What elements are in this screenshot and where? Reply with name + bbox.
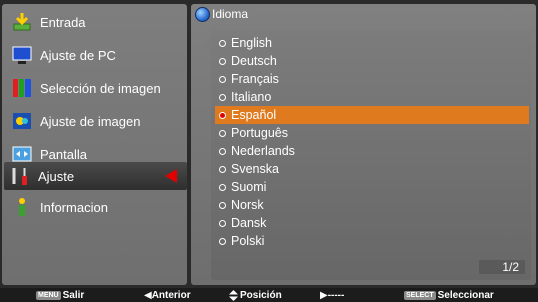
image-adjust-icon [12, 111, 32, 131]
footer-next: ▶----- [320, 289, 344, 301]
footer-exit: MENU Salir [36, 289, 84, 301]
language-option-english[interactable]: English [215, 34, 529, 52]
menu-item-ajuste-imagen[interactable]: Ajuste de imagen [6, 107, 187, 135]
language-option-suomi[interactable]: Suomi [215, 178, 529, 196]
radio-icon [219, 165, 226, 173]
menu-label: Pantalla [40, 146, 87, 162]
footer-position: Posición [229, 289, 282, 301]
language-list: English Deutsch Français Italiano Españo… [211, 30, 531, 280]
radio-icon [219, 219, 226, 227]
menu-label: Ajuste [38, 168, 75, 184]
footer-previous: ◀Anterior [144, 289, 191, 301]
language-option-francais[interactable]: Français [215, 70, 529, 88]
info-icon [12, 197, 32, 217]
menu-label: Entrada [40, 14, 86, 30]
radio-icon [219, 129, 226, 137]
footer-previous-label: ◀Anterior [144, 289, 191, 301]
radio-icon [219, 237, 226, 245]
language-option-italiano[interactable]: Italiano [215, 88, 529, 106]
input-arrow-icon [12, 12, 32, 32]
footer-next-label: ▶----- [320, 289, 345, 301]
footer-select-label: Seleccionar [437, 289, 494, 301]
radio-icon [219, 111, 226, 119]
menu-item-seleccion-imagen[interactable]: Selección de imagen [6, 74, 187, 102]
footer-exit-label: Salir [62, 289, 85, 301]
active-arrow-icon [165, 169, 177, 183]
language-label: Svenska [231, 162, 279, 176]
footer-position-label: Posición [240, 289, 282, 301]
language-option-nederlands[interactable]: Nederlands [215, 142, 529, 160]
menu-label: Ajuste de imagen [40, 113, 141, 129]
menu-item-informacion[interactable]: Informacion [6, 193, 187, 221]
submenu-title-text: Idioma [212, 7, 249, 21]
language-label: Polski [231, 234, 265, 248]
monitor-icon [12, 45, 32, 65]
footer-select: SELECT Seleccionar [404, 289, 494, 301]
language-label: Español [231, 108, 277, 122]
language-label: Français [231, 72, 279, 86]
menu-item-ajuste-pc[interactable]: Ajuste de PC [6, 41, 187, 69]
radio-icon [219, 39, 226, 47]
menu-label: Selección de imagen [40, 80, 161, 96]
language-label: Suomi [231, 180, 267, 194]
radio-icon [219, 93, 226, 101]
menu-key-icon: MENU [36, 290, 61, 300]
radio-icon [219, 201, 226, 209]
language-option-espanol[interactable]: Español [215, 106, 529, 124]
menu-label: Informacion [40, 199, 108, 215]
footer-help-bar: MENU Salir ◀Anterior Posición ▶----- SEL… [0, 288, 538, 302]
submenu-panel: Idioma English Deutsch Français Italiano… [191, 4, 536, 285]
language-option-polski[interactable]: Polski [215, 232, 529, 250]
globe-icon [195, 6, 210, 22]
screen-icon [12, 144, 32, 164]
language-label: Dansk [231, 216, 267, 230]
language-label: Nederlands [231, 144, 295, 158]
menu-item-entrada[interactable]: Entrada [6, 8, 187, 36]
menu-item-ajuste[interactable]: Ajuste [4, 162, 187, 190]
radio-icon [219, 183, 226, 191]
language-option-dansk[interactable]: Dansk [215, 214, 529, 232]
main-menu-panel: Entrada Ajuste de PC Selección de imagen [2, 4, 187, 285]
language-label: Português [231, 126, 288, 140]
language-label: Deutsch [231, 54, 277, 68]
tools-icon [10, 166, 30, 186]
language-option-deutsch[interactable]: Deutsch [215, 52, 529, 70]
submenu-title: Idioma [195, 6, 248, 22]
radio-icon [219, 147, 226, 155]
list-pointer [204, 38, 211, 52]
image-select-icon [12, 78, 32, 98]
language-option-norsk[interactable]: Norsk [215, 196, 529, 214]
language-option-portugues[interactable]: Português [215, 124, 529, 142]
menu-label: Ajuste de PC [40, 47, 116, 63]
radio-icon [219, 75, 226, 83]
language-label: English [231, 36, 272, 50]
language-label: Norsk [231, 198, 264, 212]
radio-icon [219, 57, 226, 65]
page-indicator: 1/2 [479, 260, 525, 274]
select-key-icon: SELECT [404, 290, 436, 300]
language-label: Italiano [231, 90, 272, 104]
language-option-svenska[interactable]: Svenska [215, 160, 529, 178]
updown-arrow-icon [229, 289, 238, 301]
